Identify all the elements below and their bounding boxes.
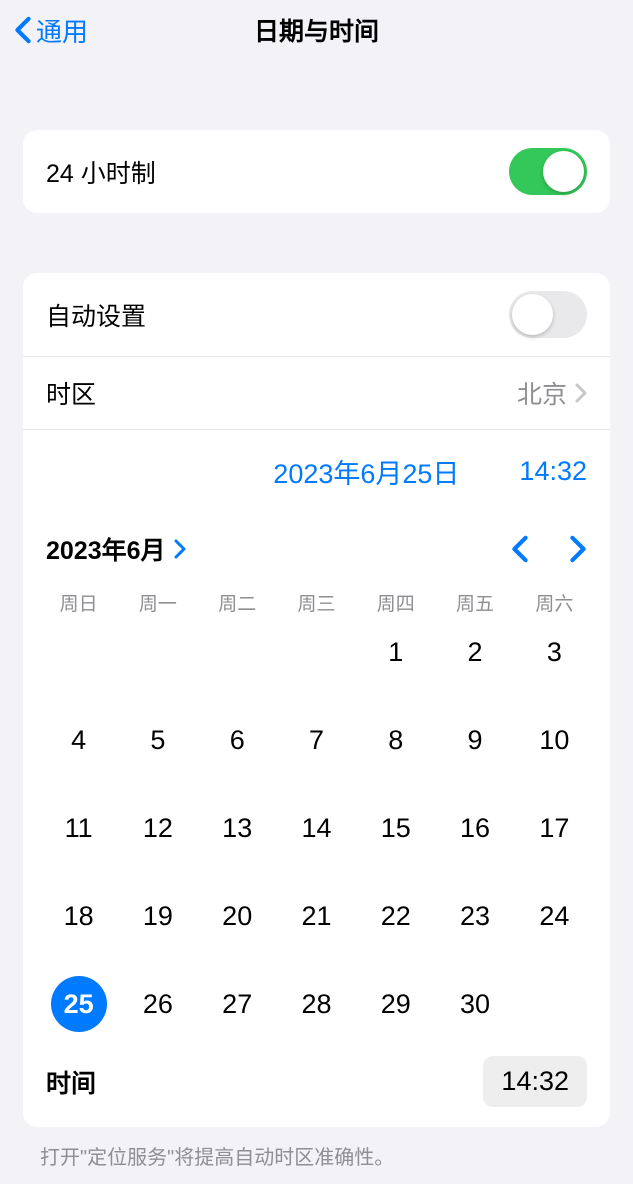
calendar-day[interactable]: 8 — [356, 712, 435, 768]
calendar-day[interactable]: 22 — [356, 888, 435, 944]
empty-day — [277, 624, 356, 680]
calendar-day[interactable]: 26 — [118, 976, 197, 1032]
hour24-label: 24 小时制 — [46, 154, 156, 190]
calendar-day[interactable]: 5 — [118, 712, 197, 768]
calendar-day[interactable]: 21 — [277, 888, 356, 944]
prev-month-button[interactable] — [511, 535, 529, 563]
calendar-day[interactable]: 3 — [515, 624, 594, 680]
time-label: 时间 — [46, 1064, 96, 1100]
calendar-day[interactable]: 7 — [277, 712, 356, 768]
timezone-value: 北京 — [517, 375, 567, 411]
calendar-day[interactable]: 14 — [277, 800, 356, 856]
calendar-day[interactable]: 19 — [118, 888, 197, 944]
calendar-day[interactable]: 12 — [118, 800, 197, 856]
footer-note: 打开"定位服务"将提高自动时区准确性。 — [0, 1127, 633, 1184]
calendar-day[interactable]: 30 — [435, 976, 514, 1032]
selected-time-display[interactable]: 14:32 — [519, 456, 587, 487]
empty-day — [198, 624, 277, 680]
chevron-right-icon — [575, 383, 587, 403]
weekday-label: 周六 — [515, 589, 594, 616]
auto-set-row: 自动设置 — [23, 273, 610, 357]
month-year-button[interactable]: 2023年6月 — [46, 531, 186, 567]
empty-day — [39, 624, 118, 680]
hour24-toggle[interactable] — [509, 148, 587, 195]
back-label: 通用 — [36, 12, 88, 49]
timezone-label: 时区 — [46, 375, 96, 411]
calendar-day[interactable]: 10 — [515, 712, 594, 768]
auto-set-toggle[interactable] — [509, 291, 587, 338]
calendar-day[interactable]: 9 — [435, 712, 514, 768]
weekday-label: 周日 — [39, 589, 118, 616]
calendar-day[interactable]: 4 — [39, 712, 118, 768]
calendar-day[interactable]: 29 — [356, 976, 435, 1032]
time-row: 时间 14:32 — [23, 1044, 610, 1127]
back-button[interactable]: 通用 — [14, 12, 88, 49]
calendar-day[interactable]: 16 — [435, 800, 514, 856]
calendar-day[interactable]: 11 — [39, 800, 118, 856]
calendar-day[interactable]: 28 — [277, 976, 356, 1032]
timezone-row[interactable]: 时区 北京 — [23, 357, 610, 430]
calendar-day[interactable]: 20 — [198, 888, 277, 944]
chevron-left-icon — [14, 16, 32, 44]
calendar-day[interactable]: 24 — [515, 888, 594, 944]
calendar-day[interactable]: 18 — [39, 888, 118, 944]
weekday-label: 周三 — [277, 589, 356, 616]
calendar-day[interactable]: 17 — [515, 800, 594, 856]
page-title: 日期与时间 — [254, 12, 379, 48]
selected-date-display[interactable]: 2023年6月25日 — [273, 452, 459, 491]
calendar-day[interactable]: 15 — [356, 800, 435, 856]
weekday-label: 周二 — [198, 589, 277, 616]
calendar-day[interactable]: 6 — [198, 712, 277, 768]
chevron-right-icon — [174, 539, 186, 559]
calendar-day[interactable]: 27 — [198, 976, 277, 1032]
calendar-day[interactable]: 25 — [39, 976, 118, 1032]
calendar-day[interactable]: 1 — [356, 624, 435, 680]
next-month-button[interactable] — [569, 535, 587, 563]
date-time-display: 2023年6月25日 14:32 — [23, 430, 610, 513]
calendar-day[interactable]: 13 — [198, 800, 277, 856]
calendar-day[interactable]: 23 — [435, 888, 514, 944]
weekday-label: 周四 — [356, 589, 435, 616]
weekday-label: 周五 — [435, 589, 514, 616]
hour24-row: 24 小时制 — [23, 130, 610, 213]
month-year-label: 2023年6月 — [46, 531, 166, 567]
time-picker-button[interactable]: 14:32 — [483, 1056, 587, 1107]
empty-day — [118, 624, 197, 680]
calendar-day[interactable]: 2 — [435, 624, 514, 680]
weekday-label: 周一 — [118, 589, 197, 616]
auto-set-label: 自动设置 — [46, 297, 146, 333]
